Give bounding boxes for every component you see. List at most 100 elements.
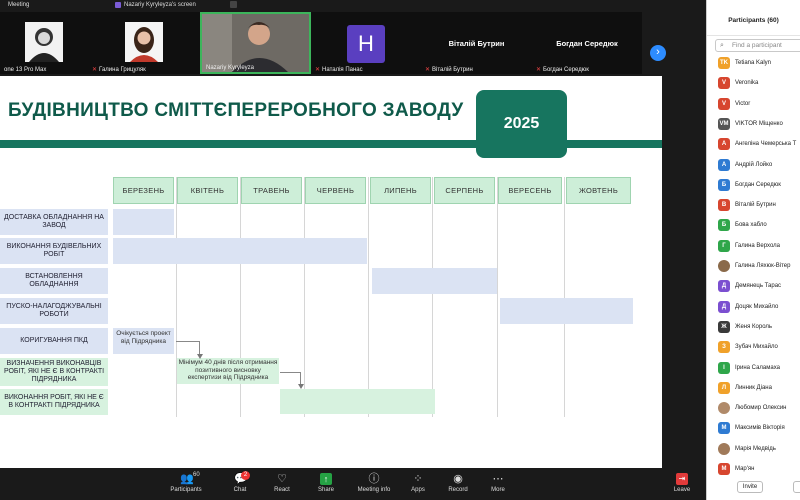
note-text: Очікується проект від Підрядника xyxy=(116,330,171,345)
avatar: М xyxy=(718,463,730,475)
participant-row[interactable]: Л Линник Діана xyxy=(718,381,772,395)
tile-label: ✕ Наталія Панас xyxy=(315,66,363,74)
month-header: КВІТЕНЬ xyxy=(177,177,238,204)
participant-row[interactable]: Галина Ляхюк-Вітер xyxy=(718,259,790,273)
grid-line xyxy=(564,177,565,417)
participant-row[interactable]: Г Галина Верхола xyxy=(718,239,780,253)
avatar: М xyxy=(718,422,730,435)
invite-button[interactable]: Invite xyxy=(737,481,763,493)
participant-row[interactable]: TK Tetiana Kalyn xyxy=(718,56,771,70)
record-icon: ◉ xyxy=(453,473,463,485)
participant-video xyxy=(202,14,309,72)
avatar: Д xyxy=(718,300,730,313)
video-tile[interactable]: Богдан Середюк ✕ Богдан Середюк xyxy=(532,12,642,74)
participant-photo xyxy=(25,22,63,62)
participant-row[interactable]: Ж Женя Король xyxy=(718,320,772,334)
info-icon: ⓘ xyxy=(368,473,380,485)
share-screen-icon xyxy=(115,2,121,8)
participant-row[interactable]: VM VIKTOR Міщенко xyxy=(718,117,783,131)
participant-row[interactable]: Д Демянець Тарас xyxy=(718,279,781,293)
month-header: ЛИПЕНЬ xyxy=(370,177,431,204)
apps-icon: ⁘ xyxy=(413,473,423,485)
participant-row[interactable]: Д Доцяк Михайло xyxy=(718,300,778,314)
participant-row[interactable]: V Victor xyxy=(718,97,750,111)
chevron-right-icon: › xyxy=(656,46,660,58)
avatar: V xyxy=(718,77,730,90)
participant-name: Любомир Олексин xyxy=(735,405,787,412)
react-button[interactable]: ♡ React xyxy=(262,473,302,493)
meeting-info-button[interactable]: ⓘ Meeting info xyxy=(354,473,394,493)
task-label: ВИЗНАЧЕННЯ ВИКОНАВЦІВ РОБІТ, ЯКІ НЕ Є В … xyxy=(0,358,108,386)
tile-label: ✕ Галина Грицуляк xyxy=(92,66,146,74)
avatar: Г xyxy=(718,239,730,252)
participant-row[interactable]: М Мар'ян xyxy=(718,462,754,476)
participant-row[interactable]: М Максимів Вікторія xyxy=(718,421,785,435)
avatar: V xyxy=(718,97,730,110)
participant-name: Veronika xyxy=(735,80,759,87)
participant-name: Галина Верхола xyxy=(735,242,781,249)
share-button[interactable]: ↑ Share xyxy=(306,473,346,493)
gantt-bar xyxy=(372,268,497,294)
participants-count: 60 xyxy=(193,472,200,478)
mic-muted-icon: ✕ xyxy=(536,67,542,73)
video-tile[interactable]: H ✕ Наталія Панас xyxy=(311,12,421,74)
participant-name: Максимів Вікторія xyxy=(735,425,785,432)
participant-row[interactable]: Б Богдан Середюк xyxy=(718,178,781,192)
participant-row[interactable]: А Андрій Лойко xyxy=(718,158,772,172)
participant-row[interactable]: А Ангеліна Чемерська Т xyxy=(718,137,796,151)
month-header: ТРАВЕНЬ xyxy=(241,177,302,204)
month-header: БЕРЕЗЕНЬ xyxy=(113,177,174,204)
task-label: ПУСКО-НАЛАГОДЖУВАЛЬНІ РОБОТИ xyxy=(0,298,108,324)
participant-row[interactable]: Б Бова хабло xyxy=(718,218,767,232)
video-tile[interactable]: one 13 Pro Max xyxy=(0,12,88,74)
gantt-bar xyxy=(113,238,367,264)
participant-row[interactable]: V Veronika xyxy=(718,76,758,90)
apps-button[interactable]: ⁘ Apps xyxy=(398,473,438,493)
heart-icon: ♡ xyxy=(277,473,287,485)
avatar xyxy=(718,442,730,455)
avatar: VM xyxy=(718,117,730,130)
avatar: H xyxy=(347,25,385,63)
video-tile-active-speaker[interactable]: Nazariy Kyryleyza xyxy=(200,12,311,74)
search-input[interactable]: ⌕ Find a participant xyxy=(715,39,800,52)
grid-line xyxy=(432,177,433,417)
window-control-icon[interactable] xyxy=(230,1,237,8)
participant-name: Зубач Михайло xyxy=(735,344,778,351)
participant-row[interactable]: В Віталій Бутрин xyxy=(718,198,776,212)
leave-button[interactable]: ⇥ Leave xyxy=(662,473,702,493)
participant-photo xyxy=(125,22,163,62)
chat-button[interactable]: 💬 2 Chat xyxy=(220,471,260,493)
unmute-all-button[interactable] xyxy=(793,481,800,493)
slide-title: БУДІВНИЦТВО СМІТТЄПЕРЕРОБНОГО ЗАВОДУ xyxy=(8,100,464,121)
share-indicator[interactable]: Nazariy Kyryleyza's screen xyxy=(115,0,196,10)
participants-button[interactable]: 👥 60 Participants xyxy=(166,472,206,493)
participant-name: VIKTOR Міщенко xyxy=(735,120,783,127)
more-button[interactable]: ⋯ More xyxy=(478,473,518,493)
participant-name: Tetiana Kalyn xyxy=(735,60,772,66)
gantt-bar xyxy=(280,389,435,414)
participant-row[interactable]: Марія Медвідь xyxy=(718,442,776,456)
leave-icon: ⇥ xyxy=(676,473,688,485)
video-tile[interactable]: ✕ Галина Грицуляк xyxy=(88,12,200,74)
tile-label: Nazariy Kyryleyza xyxy=(206,65,255,71)
month-header: СЕРПЕНЬ xyxy=(434,177,495,204)
participant-row[interactable]: З Зубач Михайло xyxy=(718,340,778,354)
chat-badge: 2 xyxy=(241,471,250,480)
month-header: ЖОВТЕНЬ xyxy=(566,177,631,204)
grid-line xyxy=(497,177,498,417)
avatar: А xyxy=(718,138,730,151)
gantt-bar xyxy=(500,298,633,324)
zoom-window: Meeting Nazariy Kyryleyza's screen one 1… xyxy=(0,0,800,500)
tile-label: ✕ Богдан Середюк xyxy=(536,66,589,74)
participant-name: Андрій Лойко xyxy=(735,161,773,168)
participant-name: Віталій Бутрин xyxy=(735,202,776,209)
avatar: Б xyxy=(718,178,730,191)
avatar: Д xyxy=(718,280,730,293)
participant-row[interactable]: Любомир Олексин xyxy=(718,401,787,415)
share-arrow-icon: ↑ xyxy=(320,473,332,485)
task-label: ВИКОНАННЯ БУДІВЕЛЬНИХ РОБІТ xyxy=(0,238,108,264)
next-page-button[interactable]: › xyxy=(650,45,666,61)
video-tile[interactable]: Віталій Бутрин ✕ Віталій Бутрин xyxy=(421,12,532,74)
participant-row[interactable]: І Ірина Саламаха xyxy=(718,361,780,375)
record-button[interactable]: ◉ Record xyxy=(438,473,478,493)
